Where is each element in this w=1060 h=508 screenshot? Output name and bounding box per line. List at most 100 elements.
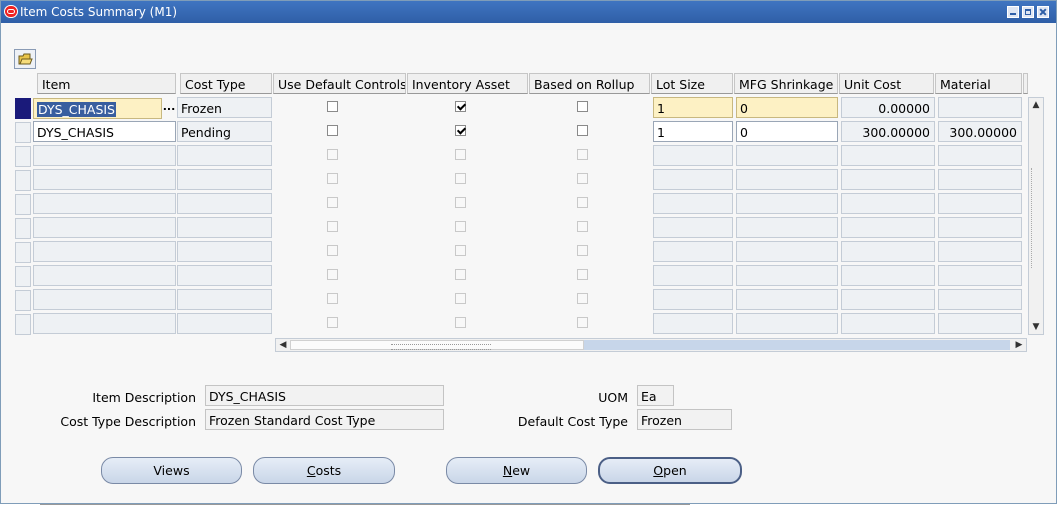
minimize-icon[interactable]	[1007, 6, 1019, 18]
empty-field[interactable]	[938, 145, 1022, 166]
empty-checkbox[interactable]	[577, 245, 588, 256]
empty-field[interactable]	[33, 169, 176, 190]
empty-field[interactable]	[653, 265, 733, 286]
inventory-asset-checkbox-row-2[interactable]	[455, 125, 466, 136]
empty-field[interactable]	[841, 265, 935, 286]
column-header-lot-size[interactable]: Lot Size	[651, 73, 733, 94]
empty-checkbox[interactable]	[577, 149, 588, 160]
unit-cost-field-row-2[interactable]: 300.00000	[841, 121, 935, 142]
empty-field[interactable]	[653, 217, 733, 238]
open-button[interactable]: Open	[598, 457, 742, 484]
row-indicator[interactable]	[15, 170, 31, 191]
empty-field[interactable]	[33, 241, 176, 262]
empty-checkbox[interactable]	[455, 269, 466, 280]
empty-field[interactable]	[938, 241, 1022, 262]
horizontal-scroll-thumb[interactable]	[290, 340, 584, 350]
empty-field[interactable]	[177, 313, 272, 334]
empty-field[interactable]	[841, 241, 935, 262]
scroll-up-icon[interactable]: ▲	[1030, 99, 1042, 111]
empty-checkbox[interactable]	[577, 221, 588, 232]
empty-field[interactable]	[841, 193, 935, 214]
lot-size-field-row-1[interactable]: 1	[653, 97, 733, 118]
row-indicator[interactable]	[15, 218, 31, 239]
row-indicator[interactable]	[15, 266, 31, 287]
empty-field[interactable]	[177, 265, 272, 286]
empty-checkbox[interactable]	[577, 269, 588, 280]
empty-field[interactable]	[33, 289, 176, 310]
scroll-down-icon[interactable]: ▼	[1030, 321, 1042, 333]
column-header-mfg-shrinkage[interactable]: MFG Shrinkage	[734, 73, 838, 94]
empty-field[interactable]	[177, 217, 272, 238]
empty-checkbox[interactable]	[577, 197, 588, 208]
empty-checkbox[interactable]	[327, 173, 338, 184]
default-cost-type-field[interactable]: Frozen	[637, 409, 732, 430]
vertical-scrollbar[interactable]: ▲ ▼	[1028, 97, 1044, 335]
cost-type-field-row-1[interactable]: Frozen	[177, 97, 272, 118]
empty-field[interactable]	[653, 169, 733, 190]
empty-field[interactable]	[841, 169, 935, 190]
new-button[interactable]: New	[446, 457, 587, 484]
empty-field[interactable]	[736, 145, 838, 166]
uom-field[interactable]: Ea	[637, 385, 674, 406]
empty-field[interactable]	[177, 289, 272, 310]
column-header-inventory-asset[interactable]: Inventory Asset	[407, 73, 528, 94]
empty-checkbox[interactable]	[455, 173, 466, 184]
empty-field[interactable]	[736, 265, 838, 286]
empty-checkbox[interactable]	[327, 149, 338, 160]
column-header-material[interactable]: Material	[935, 73, 1022, 94]
item-field-row-1[interactable]: DYS_CHASIS	[33, 98, 162, 119]
title-bar[interactable]: Item Costs Summary (M1)	[1, 1, 1056, 23]
empty-field[interactable]	[938, 265, 1022, 286]
cost-type-description-field[interactable]: Frozen Standard Cost Type	[205, 409, 444, 430]
empty-field[interactable]	[33, 145, 176, 166]
row-indicator[interactable]	[15, 122, 31, 143]
empty-field[interactable]	[177, 169, 272, 190]
empty-field[interactable]	[841, 313, 935, 334]
empty-field[interactable]	[938, 193, 1022, 214]
empty-checkbox[interactable]	[577, 173, 588, 184]
empty-checkbox[interactable]	[327, 245, 338, 256]
empty-field[interactable]	[736, 313, 838, 334]
empty-field[interactable]	[653, 289, 733, 310]
cost-type-field-row-2[interactable]: Pending	[177, 121, 272, 142]
empty-field[interactable]	[938, 289, 1022, 310]
scroll-left-icon[interactable]: ◀	[277, 339, 289, 351]
costs-button[interactable]: Costs	[253, 457, 395, 484]
use-default-controls-checkbox-row-1[interactable]	[327, 101, 338, 112]
row-indicator[interactable]	[15, 314, 31, 335]
views-button[interactable]: Views	[101, 457, 242, 484]
empty-checkbox[interactable]	[327, 317, 338, 328]
empty-field[interactable]	[33, 193, 176, 214]
based-on-rollup-checkbox-row-2[interactable]	[577, 125, 588, 136]
column-header-cost-type[interactable]: Cost Type	[180, 73, 272, 94]
empty-field[interactable]	[736, 169, 838, 190]
column-header-unit-cost[interactable]: Unit Cost	[839, 73, 934, 94]
material-field-row-1[interactable]	[938, 97, 1022, 118]
use-default-controls-checkbox-row-2[interactable]	[327, 125, 338, 136]
empty-field[interactable]	[177, 193, 272, 214]
empty-field[interactable]	[33, 217, 176, 238]
empty-field[interactable]	[938, 169, 1022, 190]
unit-cost-field-row-1[interactable]: 0.00000	[841, 97, 935, 118]
empty-field[interactable]	[938, 217, 1022, 238]
empty-checkbox[interactable]	[577, 317, 588, 328]
row-indicator[interactable]	[15, 242, 31, 263]
empty-field[interactable]	[653, 145, 733, 166]
empty-field[interactable]	[653, 241, 733, 262]
empty-checkbox[interactable]	[455, 317, 466, 328]
empty-checkbox[interactable]	[455, 245, 466, 256]
horizontal-scrollbar[interactable]: ◀ ▶	[275, 338, 1027, 352]
empty-checkbox[interactable]	[455, 149, 466, 160]
column-header-based-on-rollup[interactable]: Based on Rollup	[529, 73, 650, 94]
open-folder-button[interactable]	[14, 49, 36, 69]
empty-field[interactable]	[841, 145, 935, 166]
scroll-right-icon[interactable]: ▶	[1013, 339, 1025, 351]
empty-checkbox[interactable]	[327, 221, 338, 232]
row-indicator[interactable]	[15, 146, 31, 167]
empty-checkbox[interactable]	[455, 293, 466, 304]
empty-checkbox[interactable]	[455, 221, 466, 232]
empty-checkbox[interactable]	[327, 293, 338, 304]
lov-ellipsis-button[interactable]: ...	[162, 98, 176, 119]
row-indicator-active[interactable]	[15, 98, 31, 119]
material-field-row-2[interactable]: 300.00000	[938, 121, 1022, 142]
